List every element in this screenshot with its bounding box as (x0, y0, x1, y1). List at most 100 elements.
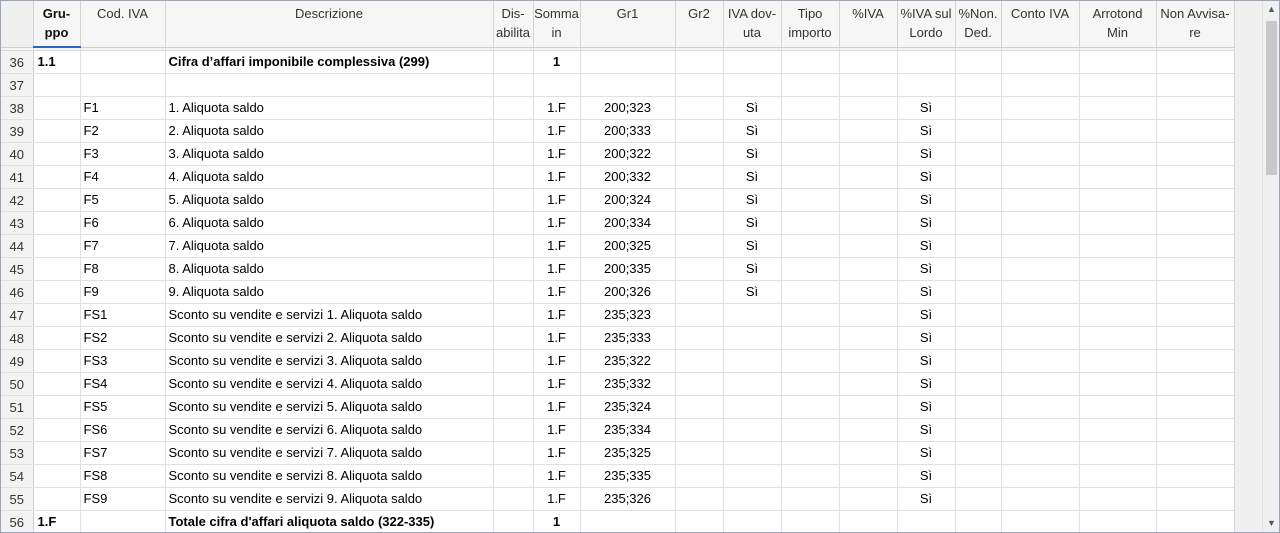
cell-disabilita[interactable] (493, 73, 534, 97)
cell-perc-non-ded[interactable] (955, 441, 1002, 465)
cell-descrizione[interactable]: 4. Aliquota saldo (165, 165, 494, 189)
cell-tipo-importo[interactable] (781, 234, 840, 258)
cell-perc-iva-lordo[interactable]: Sì (897, 234, 956, 258)
cell-iva-dovuta[interactable]: Sì (723, 234, 782, 258)
cell-gr2[interactable] (675, 257, 724, 281)
row-number[interactable]: 38 (1, 96, 34, 120)
cell-perc-iva[interactable] (839, 280, 898, 304)
cell-cod-iva[interactable]: F6 (80, 211, 166, 235)
cell-conto-iva[interactable] (1001, 326, 1080, 350)
cell-tipo-importo[interactable] (781, 211, 840, 235)
cell-cod-iva[interactable]: F2 (80, 119, 166, 143)
cell-conto-iva[interactable] (1001, 234, 1080, 258)
column-header-perc-non-ded[interactable]: %Non. Ded. (955, 1, 1002, 48)
cell-gruppo[interactable]: 1.F (33, 510, 81, 532)
table-row[interactable]: 38 F1 1. Aliquota saldo 1.F 200;323 Sì Sì (1, 96, 1235, 120)
cell-non-avvisare[interactable] (1156, 487, 1235, 511)
cell-descrizione[interactable]: 7. Aliquota saldo (165, 234, 494, 258)
cell-non-avvisare[interactable] (1156, 418, 1235, 442)
cell-somma-in[interactable]: 1.F (533, 234, 581, 258)
cell-arrotond-min[interactable] (1079, 303, 1157, 327)
column-header-gruppo[interactable]: Gru- ppo (33, 1, 81, 48)
cell-non-avvisare[interactable] (1156, 188, 1235, 212)
table-row[interactable]: 52 FS6 Sconto su vendite e servizi 6. Aliq… (1, 418, 1235, 442)
cell-non-avvisare[interactable] (1156, 142, 1235, 166)
cell-somma-in[interactable] (533, 73, 581, 97)
cell-perc-iva[interactable] (839, 418, 898, 442)
cell-perc-iva-lordo[interactable]: Sì (897, 395, 956, 419)
cell-descrizione[interactable] (165, 73, 494, 97)
cell-descrizione[interactable]: 6. Aliquota saldo (165, 211, 494, 235)
cell-gr2[interactable] (675, 188, 724, 212)
column-header-tipo-importo[interactable]: Tipo importo (781, 1, 840, 48)
cell-perc-iva[interactable] (839, 73, 898, 97)
cell-perc-non-ded[interactable] (955, 188, 1002, 212)
scroll-up-icon[interactable]: ▲ (1263, 1, 1279, 18)
cell-perc-iva[interactable] (839, 326, 898, 350)
cell-perc-iva-lordo[interactable]: Sì (897, 418, 956, 442)
cell-perc-non-ded[interactable] (955, 165, 1002, 189)
cell-gr1[interactable]: 200;326 (580, 280, 676, 304)
cell-perc-iva[interactable] (839, 165, 898, 189)
cell-descrizione[interactable]: 9. Aliquota saldo (165, 280, 494, 304)
cell-gr2[interactable] (675, 372, 724, 396)
cell-cod-iva[interactable]: F4 (80, 165, 166, 189)
cell-disabilita[interactable] (493, 303, 534, 327)
cell-iva-dovuta[interactable] (723, 395, 782, 419)
cell-non-avvisare[interactable] (1156, 303, 1235, 327)
cell-conto-iva[interactable] (1001, 211, 1080, 235)
cell-gr1[interactable]: 235;325 (580, 441, 676, 465)
cell-iva-dovuta[interactable]: Sì (723, 211, 782, 235)
cell-perc-non-ded[interactable] (955, 234, 1002, 258)
cell-tipo-importo[interactable] (781, 96, 840, 120)
cell-disabilita[interactable] (493, 280, 534, 304)
cell-perc-iva[interactable] (839, 142, 898, 166)
table-row[interactable]: 43 F6 6. Aliquota saldo 1.F 200;334 Sì Sì (1, 211, 1235, 235)
cell-disabilita[interactable] (493, 372, 534, 396)
cell-perc-non-ded[interactable] (955, 418, 1002, 442)
cell-somma-in[interactable]: 1.F (533, 142, 581, 166)
cell-iva-dovuta[interactable] (723, 326, 782, 350)
cell-gruppo[interactable]: 1.1 (33, 50, 81, 74)
table-row[interactable]: 45 F8 8. Aliquota saldo 1.F 200;335 Sì Sì (1, 257, 1235, 281)
cell-descrizione[interactable]: Sconto su vendite e servizi 7. Aliquota … (165, 441, 494, 465)
cell-disabilita[interactable] (493, 165, 534, 189)
cell-gr1[interactable] (580, 510, 676, 532)
cell-somma-in[interactable]: 1.F (533, 418, 581, 442)
cell-non-avvisare[interactable] (1156, 50, 1235, 74)
cell-gruppo[interactable] (33, 73, 81, 97)
cell-gruppo[interactable] (33, 142, 81, 166)
cell-tipo-importo[interactable] (781, 280, 840, 304)
column-header-arrotond-min[interactable]: Arrotond Min (1079, 1, 1157, 48)
cell-somma-in[interactable]: 1 (533, 50, 581, 74)
cell-cod-iva[interactable]: FS3 (80, 349, 166, 373)
row-number[interactable]: 40 (1, 142, 34, 166)
column-header-gr2[interactable]: Gr2 (675, 1, 724, 48)
cell-non-avvisare[interactable] (1156, 165, 1235, 189)
cell-conto-iva[interactable] (1001, 349, 1080, 373)
cell-iva-dovuta[interactable]: Sì (723, 280, 782, 304)
cell-tipo-importo[interactable] (781, 372, 840, 396)
cell-disabilita[interactable] (493, 441, 534, 465)
cell-somma-in[interactable]: 1.F (533, 119, 581, 143)
cell-gr1[interactable]: 200;333 (580, 119, 676, 143)
table-row[interactable]: 54 FS8 Sconto su vendite e servizi 8. Aliq… (1, 464, 1235, 488)
row-number[interactable]: 43 (1, 211, 34, 235)
cell-conto-iva[interactable] (1001, 372, 1080, 396)
cell-non-avvisare[interactable] (1156, 372, 1235, 396)
row-number[interactable]: 54 (1, 464, 34, 488)
table-row[interactable]: 50 FS4 Sconto su vendite e servizi 4. Aliq… (1, 372, 1235, 396)
table-row[interactable]: 37 (1, 73, 1235, 97)
cell-disabilita[interactable] (493, 326, 534, 350)
cell-perc-iva[interactable] (839, 464, 898, 488)
cell-gruppo[interactable] (33, 257, 81, 281)
cell-conto-iva[interactable] (1001, 257, 1080, 281)
table-row[interactable]: 44 F7 7. Aliquota saldo 1.F 200;325 Sì Sì (1, 234, 1235, 258)
cell-perc-iva[interactable] (839, 395, 898, 419)
cell-gruppo[interactable] (33, 188, 81, 212)
cell-gr2[interactable] (675, 464, 724, 488)
cell-perc-iva-lordo[interactable]: Sì (897, 211, 956, 235)
cell-descrizione[interactable]: Sconto su vendite e servizi 1. Aliquota … (165, 303, 494, 327)
column-header-cod-iva[interactable]: Cod. IVA (80, 1, 166, 48)
cell-perc-iva[interactable] (839, 119, 898, 143)
